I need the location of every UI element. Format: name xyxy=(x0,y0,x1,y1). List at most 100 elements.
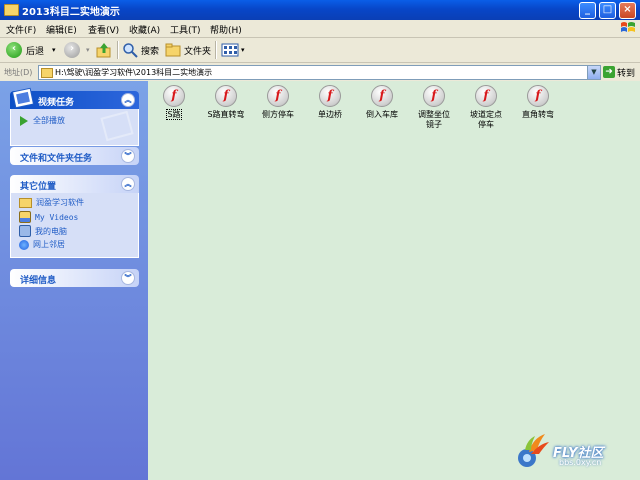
network-icon xyxy=(19,239,29,250)
close-button[interactable]: × xyxy=(619,2,636,19)
fly-community-watermark: FLY社区 bbs.0xy.cn xyxy=(515,420,635,476)
collapse-chevron-icon[interactable]: ︽ xyxy=(121,93,135,107)
video-tasks-header[interactable]: 视频任务 ︽ xyxy=(10,87,139,109)
flash-file-icon: f xyxy=(527,85,549,107)
window-title: 2013科目二实地演示 xyxy=(22,7,120,18)
details-header[interactable]: 详细信息 ︾ xyxy=(10,269,139,287)
other-places-body: 润盈学习软件 My Videos 我的电脑 网上邻居 xyxy=(10,193,139,258)
flash-file-icon: f xyxy=(475,85,497,107)
back-label: 后退 xyxy=(26,46,45,57)
address-input[interactable]: H:\驾驶\润盈学习软件\2013科目二实地演示 xyxy=(38,65,600,80)
address-path: H:\驾驶\润盈学习软件\2013科目二实地演示 xyxy=(55,68,213,77)
computer-icon xyxy=(19,225,31,237)
video-tasks-panel: 视频任务 ︽ 全部播放 xyxy=(10,87,139,146)
up-folder-button[interactable] xyxy=(96,40,112,60)
back-button[interactable]: ‹ 后退 ▾ xyxy=(6,40,56,60)
file-name: S路直转弯 xyxy=(207,110,245,119)
go-button[interactable]: ➜ 转到 xyxy=(603,64,637,80)
address-dropdown-button[interactable]: ▼ xyxy=(587,65,601,80)
forward-dropdown-icon: ▾ xyxy=(86,46,90,54)
file-tasks-title: 文件和文件夹任务 xyxy=(20,154,93,164)
folders-label: 文件夹 xyxy=(184,46,212,57)
place-label: 网上邻居 xyxy=(33,240,65,249)
windows-logo-icon xyxy=(621,22,635,32)
file-item[interactable]: f S路 xyxy=(145,85,203,120)
file-item[interactable]: f 单边桥 xyxy=(301,85,359,120)
folder-icon xyxy=(4,4,19,16)
file-item[interactable]: f 坡道定点停车 xyxy=(457,85,515,130)
back-arrow-icon: ‹ xyxy=(6,42,22,58)
file-tasks-header[interactable]: 文件和文件夹任务 ︾ xyxy=(10,147,139,165)
flash-file-icon: f xyxy=(371,85,393,107)
expand-chevron-icon[interactable]: ︾ xyxy=(121,149,135,163)
go-label: 转到 xyxy=(617,68,636,79)
video-tasks-title: 视频任务 xyxy=(38,98,75,108)
flash-file-icon: f xyxy=(163,85,185,107)
file-name: 坡道定点停车 xyxy=(470,110,502,129)
menu-bar: 文件(F) 编辑(E) 查看(V) 收藏(A) 工具(T) 帮助(H) xyxy=(0,20,640,38)
menu-edit[interactable]: 编辑(E) xyxy=(46,23,77,36)
menu-help[interactable]: 帮助(H) xyxy=(210,23,242,36)
file-name: S路 xyxy=(166,109,182,120)
folder-icon xyxy=(41,68,53,78)
flash-file-icon: f xyxy=(319,85,341,107)
place-link-runying[interactable]: 润盈学习软件 xyxy=(19,197,84,208)
back-dropdown-icon: ▾ xyxy=(52,46,56,54)
forward-button[interactable]: › ▾ xyxy=(64,40,90,60)
go-arrow-icon: ➜ xyxy=(603,66,615,78)
file-item[interactable]: f S路直转弯 xyxy=(197,85,255,120)
file-item[interactable]: f 侧方停车 xyxy=(249,85,307,120)
file-item[interactable]: f 直角转弯 xyxy=(509,85,567,120)
task-pane: 视频任务 ︽ 全部播放 文件和文件夹任务 ︾ 其它位置 ︽ 润盈学习软件 My … xyxy=(0,81,148,480)
address-bar: 地址(D) H:\驾驶\润盈学习软件\2013科目二实地演示 xyxy=(0,63,640,82)
file-name: 倒入车库 xyxy=(366,110,398,119)
folders-button[interactable]: 文件夹 xyxy=(165,40,211,60)
my-videos-icon xyxy=(19,211,31,223)
toolbar: ‹ 后退 ▾ › ▾ 搜索 文件夹 ▾ xyxy=(0,38,640,63)
other-places-header[interactable]: 其它位置 ︽ xyxy=(10,175,139,193)
toolbar-separator xyxy=(117,41,119,59)
collapse-chevron-icon[interactable]: ︽ xyxy=(121,177,135,191)
place-link-my-videos[interactable]: My Videos xyxy=(19,211,78,223)
file-item[interactable]: f 倒入车库 xyxy=(353,85,411,120)
film-icon xyxy=(12,87,35,109)
play-all-link[interactable]: 全部播放 xyxy=(19,115,65,126)
details-title: 详细信息 xyxy=(20,276,57,286)
title-bar[interactable]: 2013科目二实地演示 _ □ × xyxy=(0,0,640,20)
place-label: 我的电脑 xyxy=(35,226,67,236)
views-dropdown-icon: ▾ xyxy=(241,46,245,54)
minimize-button[interactable]: _ xyxy=(579,2,596,19)
place-label: 润盈学习软件 xyxy=(36,198,84,207)
up-folder-icon xyxy=(96,43,111,58)
menu-view[interactable]: 查看(V) xyxy=(88,23,119,36)
file-item[interactable]: f 调整坐位镜子 xyxy=(405,85,463,130)
play-icon xyxy=(20,115,28,126)
file-name: 单边桥 xyxy=(318,110,342,119)
video-tasks-body: 全部播放 xyxy=(10,109,139,146)
expand-chevron-icon[interactable]: ︾ xyxy=(121,271,135,285)
fly-logo-icon xyxy=(518,434,549,467)
watermark-site: bbs.0xy.cn xyxy=(559,458,602,467)
views-grid-icon xyxy=(221,43,239,57)
place-link-my-computer[interactable]: 我的电脑 xyxy=(19,225,67,237)
menu-favorites[interactable]: 收藏(A) xyxy=(129,23,160,36)
views-button[interactable]: ▾ xyxy=(221,40,245,60)
menu-file[interactable]: 文件(F) xyxy=(6,23,36,36)
address-label: 地址(D) xyxy=(4,68,33,77)
search-label: 搜索 xyxy=(141,46,160,57)
maximize-button[interactable]: □ xyxy=(599,2,616,19)
forward-arrow-icon: › xyxy=(64,42,80,58)
play-all-label: 全部播放 xyxy=(33,116,65,125)
place-label: My Videos xyxy=(35,212,79,222)
file-name: 调整坐位镜子 xyxy=(418,110,450,129)
flash-file-icon: f xyxy=(267,85,289,107)
toolbar-separator xyxy=(215,41,217,59)
file-tasks-panel: 文件和文件夹任务 ︾ xyxy=(10,147,139,165)
search-button[interactable]: 搜索 xyxy=(122,40,159,60)
file-name: 直角转弯 xyxy=(522,110,554,119)
other-places-title: 其它位置 xyxy=(20,182,57,192)
folder-icon xyxy=(19,197,32,208)
place-link-network[interactable]: 网上邻居 xyxy=(19,239,65,250)
flash-file-icon: f xyxy=(423,85,445,107)
menu-tools[interactable]: 工具(T) xyxy=(170,23,201,36)
